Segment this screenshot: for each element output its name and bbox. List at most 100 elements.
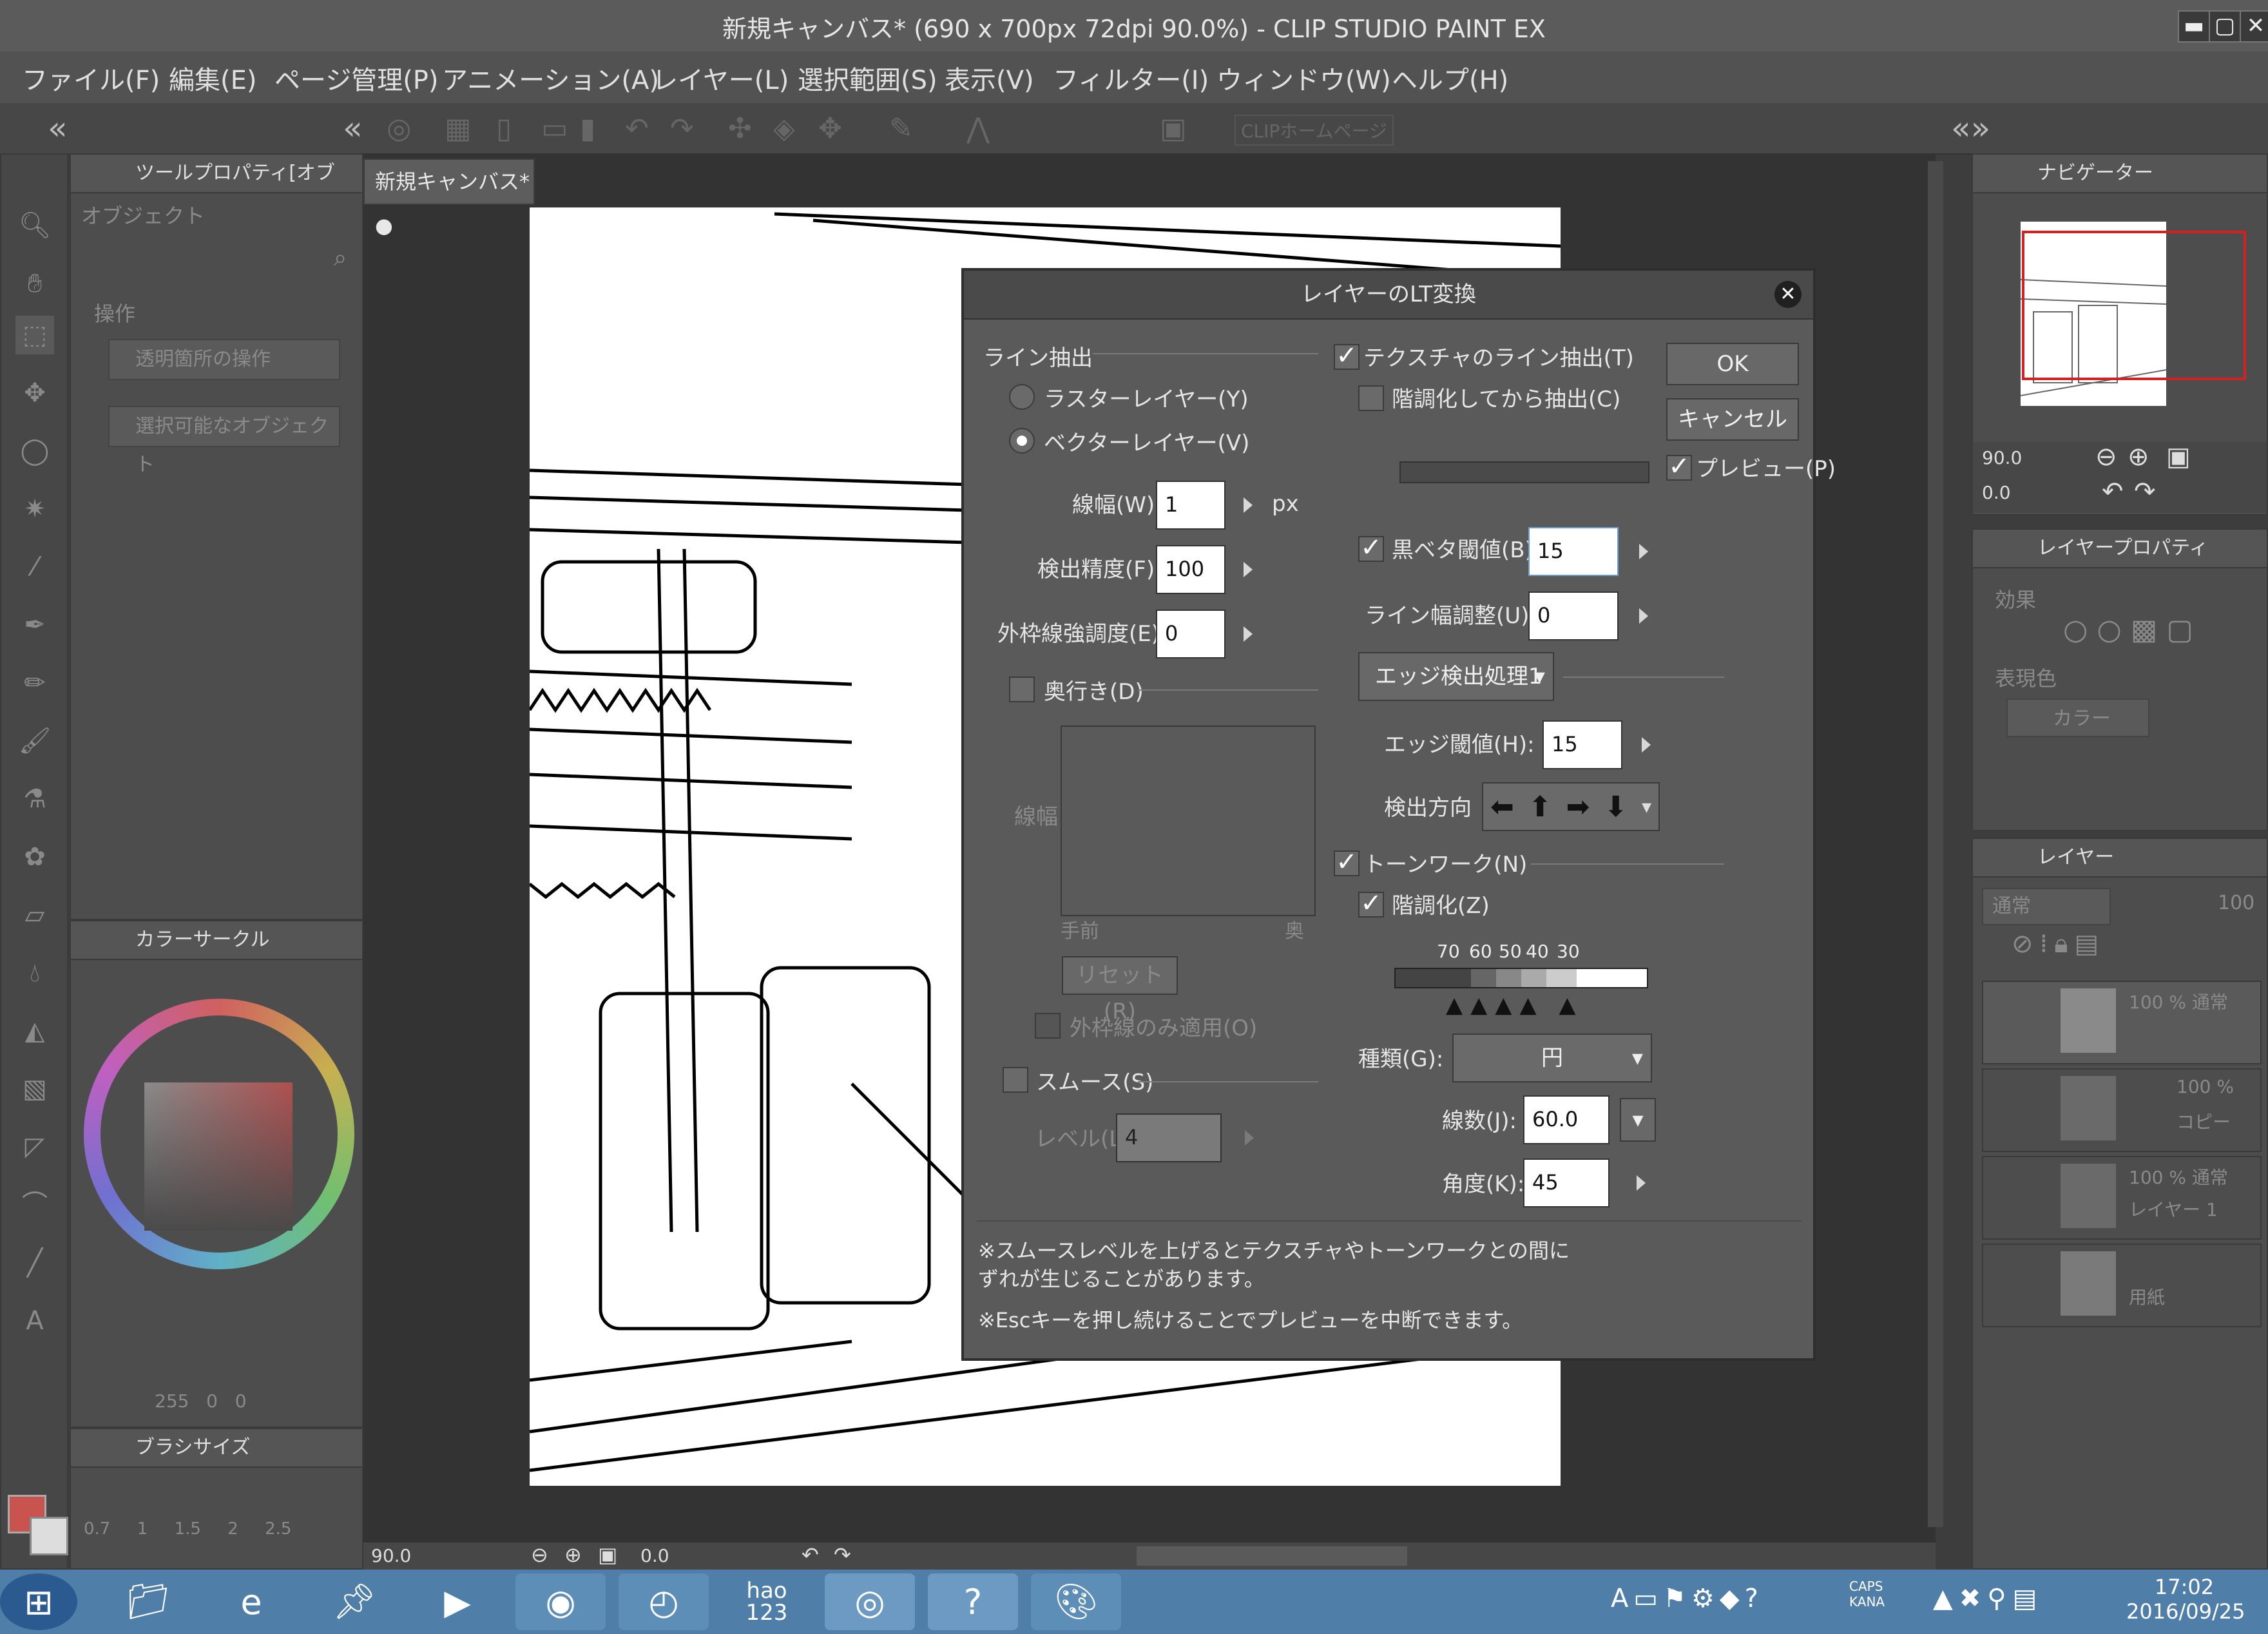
menu-layer[interactable]: レイヤー(L) [652,59,789,97]
pencil-tool-icon[interactable]: ✏︎ [15,664,54,702]
clip-studio-icon[interactable]: ◎ [825,1573,915,1630]
fit-screen-icon[interactable]: ▣ [2166,442,2191,472]
canvas-vertical-scrollbar[interactable] [1928,161,1943,1527]
black-threshold-input[interactable]: 15 [1528,527,1619,576]
decoration-icon[interactable]: ✿ [15,838,54,876]
edge-threshold-arrow-icon[interactable] [1642,737,1651,753]
clip-homepage-button[interactable]: CLIPホームページ [1235,115,1394,146]
layer-row[interactable]: 100 % 通常 レイヤー 1 [1982,1156,2262,1240]
arrow-up-icon[interactable]: ⬆ [1528,791,1552,823]
menu-edit[interactable]: 編集(E) [169,59,256,97]
line-width-input[interactable]: 1 [1156,481,1225,530]
rotate-left-icon[interactable]: ↶ [802,1543,819,1567]
canvas-zoom-value[interactable]: 90.0 [371,1545,411,1566]
sub-color-swatch[interactable] [30,1517,68,1555]
media-player-icon[interactable]: ▶ [412,1573,503,1630]
frame-tool-icon[interactable]: ◸ [15,1128,54,1166]
ruler-tool-icon[interactable]: ⌒ [15,1186,54,1224]
hand-tool-icon[interactable]: ✋︎ [15,264,54,303]
lines-dropdown-button[interactable]: ▾ [1620,1098,1656,1142]
line-width-arrow-icon[interactable] [1244,497,1253,513]
texture-line-checkbox[interactable]: ✓ [1334,343,1360,370]
arrow-down-icon[interactable]: ⬇ [1604,791,1628,823]
brush-size-item[interactable]: 2.5 [265,1519,291,1539]
operation-tool-icon[interactable]: ⬚ [15,316,54,354]
line-tool-icon[interactable]: ╱ [15,1244,54,1282]
outline-only-checkbox[interactable] [1035,1013,1061,1039]
menu-page[interactable]: ページ管理(P) [274,59,439,97]
collapse-left2-icon[interactable]: « [343,110,363,147]
smooth-checkbox[interactable] [1003,1067,1028,1093]
tray-icons-2[interactable]: ▲✖⚲▤ [1933,1584,2043,1613]
collapse-left-icon[interactable]: « [48,110,68,147]
open-icon[interactable]: ▭ [541,112,568,145]
horizontal-scrollbar[interactable] [1137,1546,1407,1566]
angle-input[interactable]: 45 [1523,1158,1610,1207]
new-icon[interactable]: ▯ [496,112,512,145]
fit-screen-icon[interactable]: ▣ [598,1543,617,1567]
clip-paint-icon[interactable]: ? [928,1573,1018,1630]
grid-icon[interactable]: ▦ [445,112,472,145]
layer-lock-icons[interactable]: ⊘⁞🔒︎▤ [2012,929,2105,959]
layer-row[interactable]: 100 % 通常 [1982,981,2262,1064]
undo-icon[interactable]: ↶ [625,112,649,145]
eraser-icon[interactable]: ▱ [15,896,54,934]
cancel-button[interactable]: キャンセル [1666,398,1799,441]
brush-size-tab[interactable]: ブラシサイズ [71,1429,362,1468]
text-tool-icon[interactable]: A [15,1302,54,1340]
clear-icon[interactable]: ✣ [728,112,752,145]
brush-size-item[interactable]: 1.5 [175,1519,201,1539]
menu-window[interactable]: ウィンドウ(W) [1216,59,1391,97]
airbrush-icon[interactable]: ⚗︎ [15,780,54,818]
clip-logo-icon[interactable]: ◎ [387,112,411,145]
layer-tab[interactable]: レイヤー [1973,839,2267,878]
zoom-out-icon[interactable]: ⊖ [2095,442,2117,472]
gradation-extract-checkbox[interactable] [1358,385,1384,411]
kind-dropdown[interactable]: 円 ▾ [1452,1033,1652,1082]
brush-size-item[interactable]: 2 [227,1519,238,1539]
expression-color-dropdown[interactable]: カラー [2006,698,2149,737]
fill-icon[interactable]: ◈ [773,112,795,145]
menu-help[interactable]: ヘルプ(H) [1392,59,1508,97]
zoom-in-icon[interactable]: ⊕ [564,1543,582,1567]
angle-arrow-icon[interactable] [1637,1175,1646,1191]
pen-icon[interactable]: ✎ [889,112,913,145]
brush-size-item[interactable]: 1 [137,1519,148,1539]
ok-button[interactable]: OK [1666,343,1799,385]
transform-icon[interactable]: ✥ [818,112,842,145]
eyedropper-icon[interactable]: ⁄ [15,548,54,586]
reset-button[interactable]: リセット(R) [1062,956,1178,1024]
navigator-zoom-value[interactable]: 90.0 [1982,447,2022,468]
dialog-close-button[interactable]: ✕ [1774,281,1802,308]
snap-icon[interactable]: ⋀ [966,112,990,145]
clock[interactable]: 17:02 2016/09/25 [2126,1575,2245,1624]
move-tool-icon[interactable]: ✥ [15,374,54,412]
outline-strength-arrow-icon[interactable] [1244,626,1253,642]
print-icon[interactable]: ▣ [1160,112,1187,145]
hao123-icon[interactable]: hao 123 [722,1573,812,1630]
lines-input[interactable]: 60.0 [1523,1095,1610,1144]
edge-process-dropdown[interactable]: エッジ検出処理1 ▾ [1358,652,1554,701]
close-window-button[interactable]: ✕ [2240,10,2268,43]
brush-size-item[interactable]: 0.7 [84,1519,110,1539]
tray-icons[interactable]: A▭⚑⚙◆? [1611,1584,1763,1613]
saturation-value-square[interactable] [144,1082,293,1231]
menu-view[interactable]: 表示(V) [945,59,1034,97]
blend-tool-icon[interactable]: 💧︎ [15,954,54,992]
layer-property-tab[interactable]: レイヤープロパティ [1973,530,2267,568]
zoom-in-icon[interactable]: ⊕ [2128,442,2149,472]
canvas-tab[interactable]: 新規キャンバス* ● [363,159,535,238]
lasso-tool-icon[interactable]: ◯ [15,432,54,470]
brush-tool-icon[interactable]: 🖌︎ [15,722,54,760]
arrow-left-icon[interactable]: ⬅ [1490,791,1514,823]
color-circle-tab[interactable]: カラーサークル [71,921,362,960]
outline-strength-input[interactable]: 0 [1156,610,1225,658]
navigator-tab[interactable]: ナビゲーター [1973,155,2267,193]
rotate-right-icon[interactable]: ↷ [2134,477,2156,506]
rotate-right-icon[interactable]: ↷ [834,1543,851,1567]
opacity-value[interactable]: 100 [2218,892,2254,914]
pin-icon[interactable]: 📌︎ [309,1573,399,1630]
level-arrow-icon[interactable] [1245,1130,1254,1146]
clock-icon[interactable]: ◴ [619,1573,709,1630]
vector-layer-radio[interactable] [1009,428,1035,454]
